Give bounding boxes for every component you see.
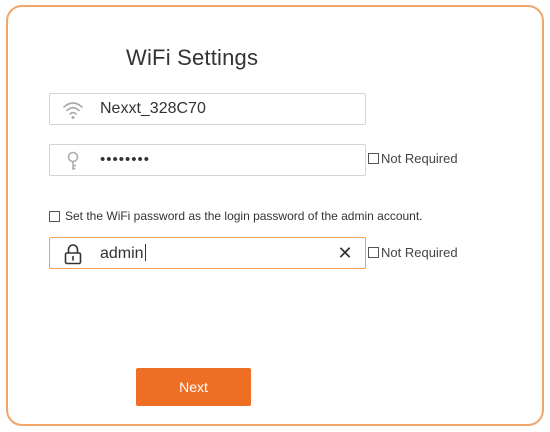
text-caret	[144, 244, 146, 261]
wifi-password-field[interactable]: ••••••••	[49, 144, 366, 176]
not-required-label: Not Required	[381, 244, 458, 260]
lock-icon	[61, 243, 85, 265]
not-required-checkbox[interactable]	[368, 246, 379, 258]
next-button[interactable]: Next	[136, 368, 251, 406]
close-icon[interactable]: ✕	[337, 244, 353, 262]
admin-password-not-required[interactable]: Not Required	[368, 244, 458, 260]
page-title: WiFi Settings	[126, 45, 259, 70]
admin-password-value: admin	[100, 244, 146, 262]
wifi-password-value: ••••••••	[100, 151, 151, 168]
wifi-name-value: Nexxt_328C70	[100, 100, 206, 117]
key-icon	[61, 150, 85, 172]
wifi-icon	[61, 99, 85, 121]
not-required-label: Not Required	[381, 150, 458, 166]
wifi-settings-card: WiFi Settings Nexxt_328C70 •••••••• Not	[6, 5, 544, 426]
same-as-admin-checkbox[interactable]	[49, 210, 60, 222]
admin-password-field[interactable]: admin ✕	[49, 237, 366, 269]
same-as-admin-option[interactable]: Set the WiFi password as the login passw…	[49, 209, 423, 223]
wifi-password-not-required[interactable]: Not Required	[368, 150, 458, 166]
same-as-admin-label: Set the WiFi password as the login passw…	[65, 209, 423, 223]
not-required-checkbox[interactable]	[368, 152, 379, 164]
wifi-name-field[interactable]: Nexxt_328C70	[49, 93, 366, 125]
